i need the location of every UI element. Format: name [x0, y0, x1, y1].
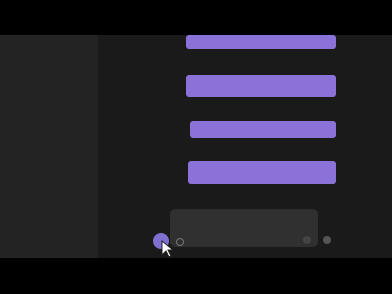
user-message-bubble: [188, 161, 336, 184]
assistant-message: [154, 103, 294, 110]
bottom-black-bar: [0, 258, 392, 294]
user-message-bubble: [186, 35, 336, 49]
user-message-bubble: [190, 121, 336, 138]
user-message-bubble: [186, 75, 336, 97]
top-black-bar: [0, 0, 392, 35]
mic-icon[interactable]: [303, 236, 311, 244]
assistant-message: [154, 141, 294, 151]
mouse-cursor-icon: [161, 240, 175, 258]
assistant-message: [154, 189, 294, 199]
sidebar: [0, 35, 98, 258]
send-button[interactable]: [323, 236, 331, 244]
tools-icon[interactable]: [176, 238, 184, 246]
composer-text[interactable]: [190, 213, 300, 243]
assistant-message: [154, 61, 294, 69]
screen-frame: [0, 0, 392, 294]
